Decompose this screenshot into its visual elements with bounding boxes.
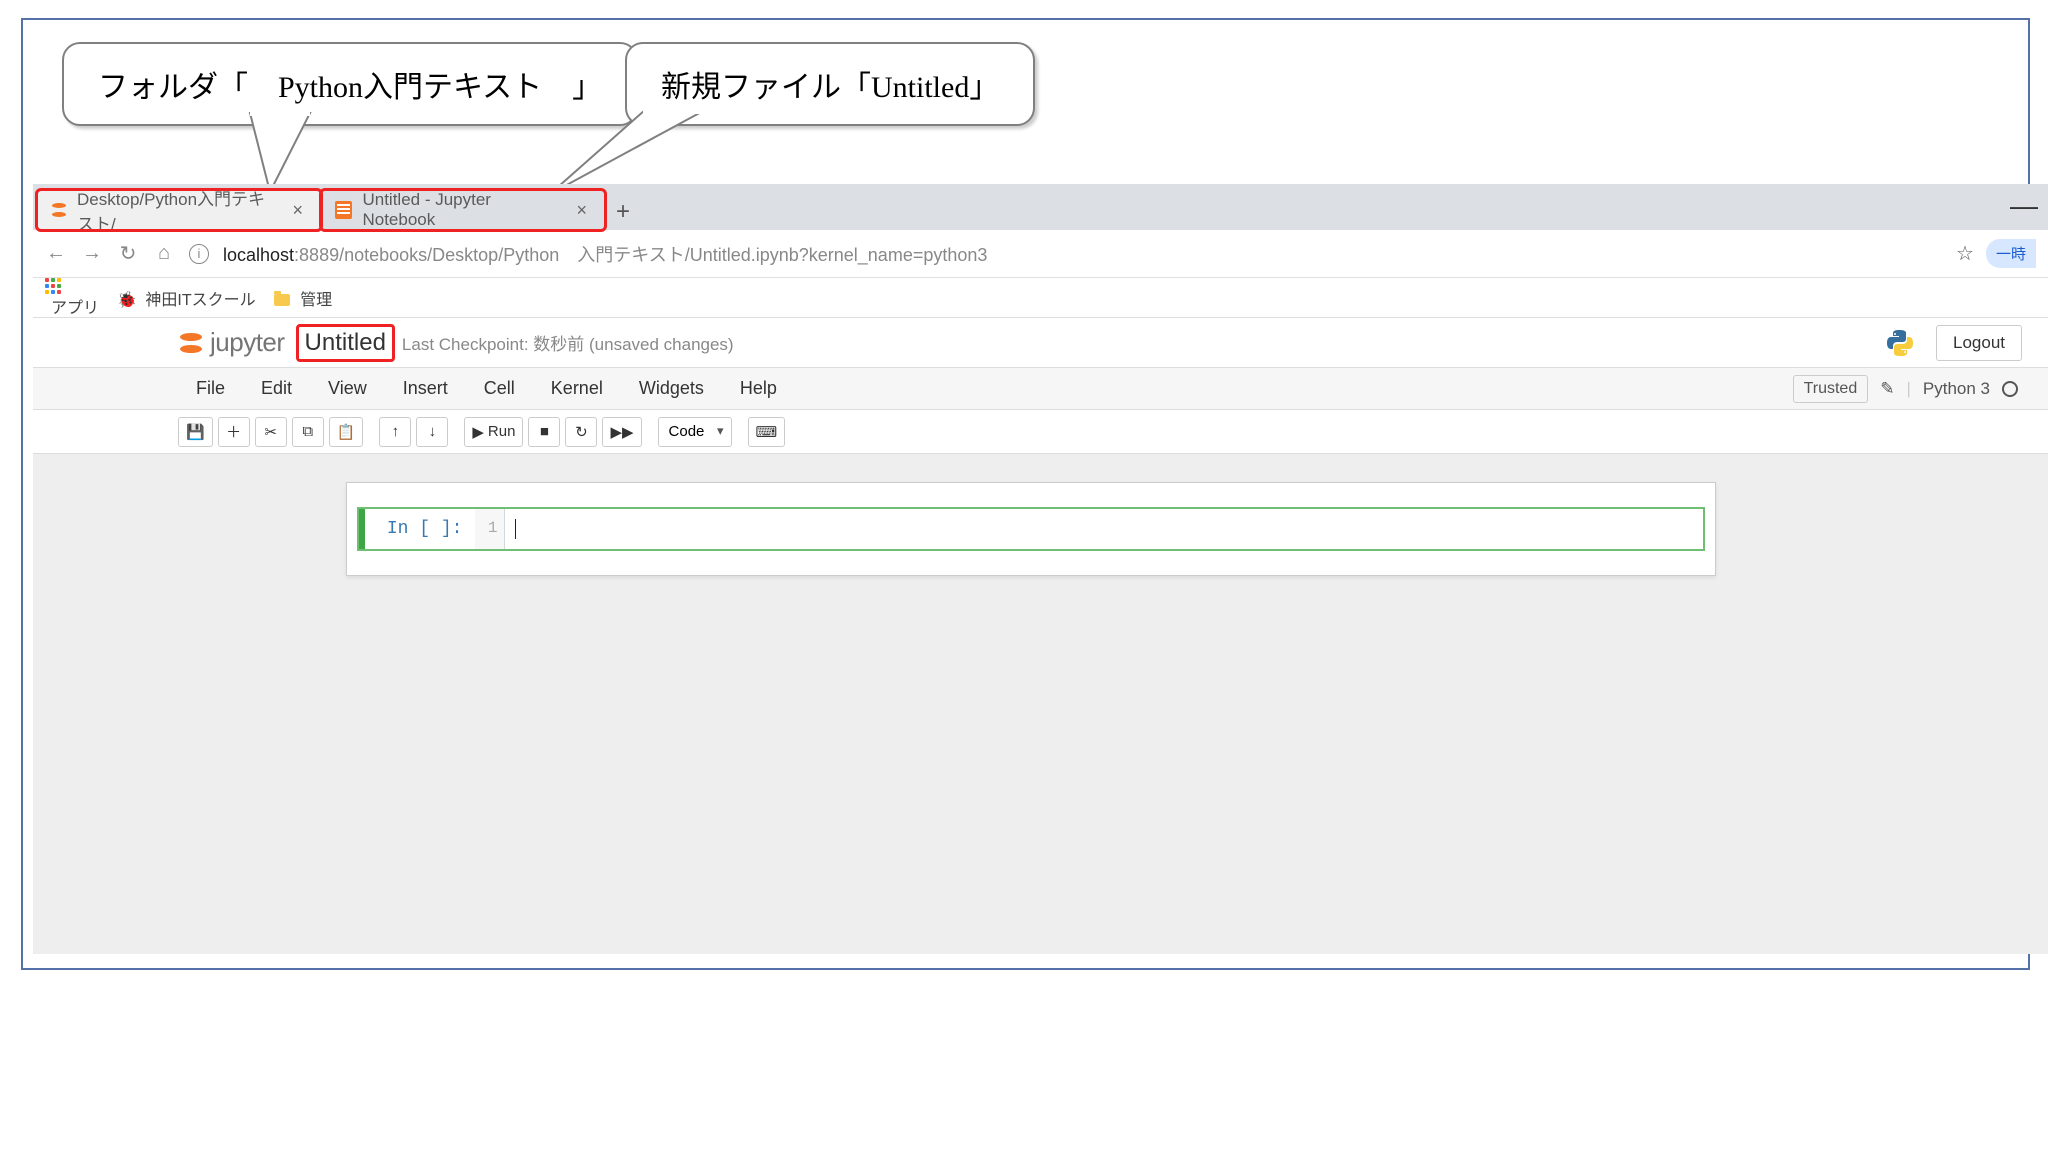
tab-2-title: Untitled - Jupyter Notebook bbox=[362, 190, 562, 230]
addr-right-pill[interactable]: 一時 bbox=[1986, 239, 2036, 268]
run-button[interactable]: ▶Run bbox=[464, 417, 523, 447]
bookmarks-bar: アプリ 🐞 神田ITスクール 管理 bbox=[33, 278, 2048, 318]
address-bar: ← → ↻ ⌂ i localhost:8889/notebooks/Deskt… bbox=[33, 230, 2048, 278]
copy-button[interactable]: ⧉ bbox=[292, 417, 324, 447]
jupyter-logo[interactable]: jupyter bbox=[178, 327, 285, 358]
menu-kernel[interactable]: Kernel bbox=[533, 378, 621, 399]
notebook-favicon-icon bbox=[335, 201, 352, 219]
nav-home-icon[interactable]: ⌂ bbox=[153, 243, 175, 265]
menu-file[interactable]: File bbox=[178, 378, 243, 399]
site-info-icon[interactable]: i bbox=[189, 244, 209, 264]
cell-code-input[interactable] bbox=[505, 509, 1703, 549]
code-cell[interactable]: In [ ]: 1 bbox=[357, 507, 1705, 551]
arrow-up-icon: ↑ bbox=[392, 423, 400, 440]
celltype-select-wrap: Code bbox=[658, 417, 732, 447]
run-label: Run bbox=[488, 423, 516, 440]
restart-button[interactable]: ↻ bbox=[565, 417, 597, 447]
bookmark-star-icon[interactable]: ☆ bbox=[1956, 241, 1974, 266]
copy-icon: ⧉ bbox=[302, 423, 313, 440]
notebook-title-text: Untitled bbox=[305, 329, 386, 356]
save-button[interactable]: 💾 bbox=[178, 417, 213, 447]
window-minimize-icon[interactable]: — bbox=[2010, 190, 2038, 222]
apps-shortcut[interactable]: アプリ bbox=[45, 278, 99, 318]
jupyter-toolbar: 💾 ＋ ✂ ⧉ 📋 ↑ ↓ ▶Run ■ ↻ ▶▶ Code ⌨ bbox=[33, 410, 2048, 454]
logout-button[interactable]: Logout bbox=[1936, 325, 2022, 361]
apps-grid-icon bbox=[45, 278, 99, 294]
kernel-status-icon bbox=[2002, 381, 2018, 397]
fast-forward-icon: ▶▶ bbox=[610, 423, 633, 441]
menu-help[interactable]: Help bbox=[722, 378, 795, 399]
bookmark-1-icon: 🐞 bbox=[117, 292, 137, 309]
add-cell-button[interactable]: ＋ bbox=[218, 417, 250, 447]
notebook-page: In [ ]: 1 bbox=[346, 482, 1716, 576]
menu-widgets[interactable]: Widgets bbox=[621, 378, 722, 399]
text-cursor bbox=[515, 519, 516, 539]
bookmark-1-label: 神田ITスクール bbox=[145, 292, 255, 309]
save-icon: 💾 bbox=[186, 423, 205, 441]
menu-cell[interactable]: Cell bbox=[466, 378, 533, 399]
nav-forward-icon[interactable]: → bbox=[81, 243, 103, 265]
tab-2-close-icon[interactable]: × bbox=[572, 200, 591, 221]
paste-button[interactable]: 📋 bbox=[329, 417, 364, 447]
kernel-name[interactable]: Python 3 bbox=[1923, 379, 1990, 399]
jupyter-header: jupyter Untitled Last Checkpoint: 数秒前 (u… bbox=[33, 318, 2048, 368]
jupyter-logo-icon bbox=[178, 330, 204, 356]
play-icon: ▶ bbox=[472, 423, 484, 441]
menu-insert[interactable]: Insert bbox=[385, 378, 466, 399]
bookmark-2-label: 管理 bbox=[300, 292, 332, 309]
callout-newfile-text: 新規ファイル「Untitled」 bbox=[661, 71, 999, 104]
jupyter-favicon-icon bbox=[51, 201, 67, 219]
celltype-select[interactable]: Code bbox=[658, 417, 732, 447]
browser-tabbar: Desktop/Python入門テキスト/ × Untitled - Jupyt… bbox=[33, 184, 2048, 230]
cut-button[interactable]: ✂ bbox=[255, 417, 287, 447]
stop-icon: ■ bbox=[540, 423, 549, 440]
command-palette-button[interactable]: ⌨ bbox=[748, 417, 786, 447]
browser-tab-2[interactable]: Untitled - Jupyter Notebook × bbox=[321, 190, 605, 230]
folder-icon bbox=[274, 294, 290, 306]
jupyter-logo-text: jupyter bbox=[210, 327, 285, 358]
nav-reload-icon[interactable]: ↻ bbox=[117, 243, 139, 265]
apps-label: アプリ bbox=[51, 300, 99, 317]
arrow-down-icon: ↓ bbox=[429, 423, 437, 440]
cell-gutter: 1 bbox=[475, 509, 505, 549]
tab-1-title: Desktop/Python入門テキスト/ bbox=[77, 185, 278, 235]
trusted-badge[interactable]: Trusted bbox=[1793, 375, 1869, 403]
move-up-button[interactable]: ↑ bbox=[379, 417, 411, 447]
menu-edit[interactable]: Edit bbox=[243, 378, 310, 399]
menu-view[interactable]: View bbox=[310, 378, 385, 399]
scissors-icon: ✂ bbox=[264, 423, 277, 441]
move-down-button[interactable]: ↓ bbox=[416, 417, 448, 447]
cell-prompt: In [ ]: bbox=[365, 509, 475, 549]
url-host: localhost bbox=[223, 245, 294, 265]
bookmark-item-2[interactable]: 管理 bbox=[274, 286, 332, 310]
stop-button[interactable]: ■ bbox=[528, 417, 560, 447]
tab-1-close-icon[interactable]: × bbox=[288, 200, 307, 221]
browser-window: Desktop/Python入門テキスト/ × Untitled - Jupyt… bbox=[33, 184, 2048, 1172]
callout-folder-text: フォルダ「 Python入門テキスト 」 bbox=[98, 71, 602, 104]
paste-icon: 📋 bbox=[337, 423, 356, 441]
python-logo-icon bbox=[1884, 327, 1916, 359]
keyboard-icon: ⌨ bbox=[756, 423, 778, 441]
url-path: :8889/notebooks/Desktop/Python 入門テキスト/Un… bbox=[294, 245, 987, 265]
restart-icon: ↻ bbox=[575, 423, 588, 441]
jupyter-menubar: File Edit View Insert Cell Kernel Widget… bbox=[33, 368, 2048, 410]
new-tab-button[interactable]: + bbox=[605, 194, 641, 230]
checkpoint-text: Last Checkpoint: 数秒前 (unsaved changes) bbox=[402, 330, 734, 355]
edit-icon[interactable]: ✎ bbox=[1880, 379, 1894, 399]
nav-back-icon[interactable]: ← bbox=[45, 243, 67, 265]
notebook-area: In [ ]: 1 bbox=[33, 454, 2048, 954]
restart-run-button[interactable]: ▶▶ bbox=[602, 417, 641, 447]
divider: | bbox=[1906, 379, 1910, 399]
browser-tab-1[interactable]: Desktop/Python入門テキスト/ × bbox=[37, 190, 321, 230]
url-display[interactable]: localhost:8889/notebooks/Desktop/Python … bbox=[223, 241, 987, 267]
plus-icon: ＋ bbox=[226, 421, 241, 442]
notebook-title[interactable]: Untitled bbox=[299, 327, 392, 359]
bookmark-item-1[interactable]: 🐞 神田ITスクール bbox=[117, 286, 256, 310]
